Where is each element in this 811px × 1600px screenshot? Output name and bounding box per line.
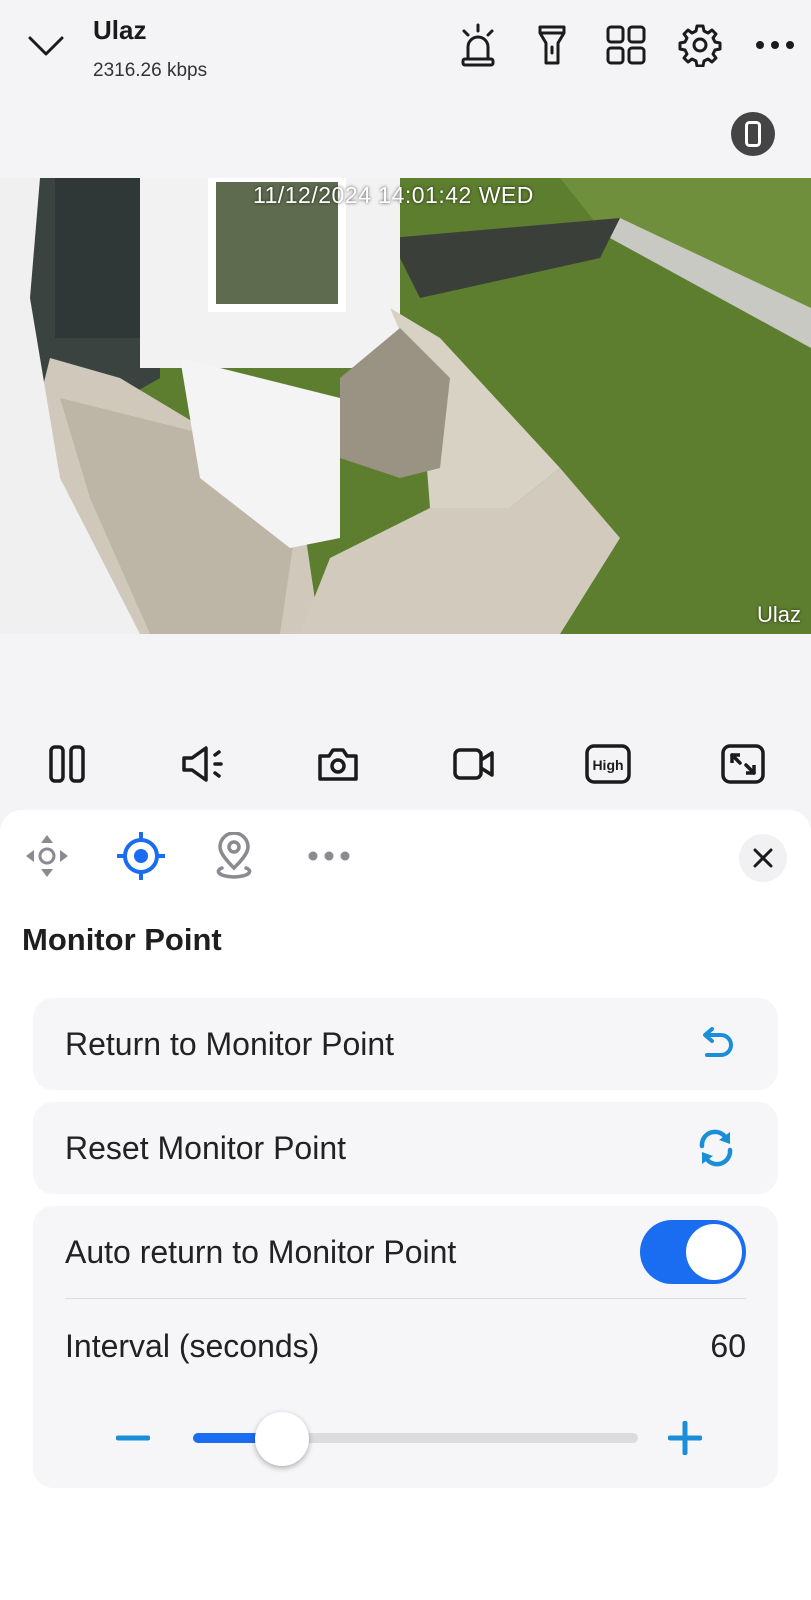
auto-return-card: Auto return to Monitor Point Interval (s… [33, 1206, 778, 1488]
flashlight-button[interactable] [529, 22, 575, 68]
refresh-icon [699, 1129, 733, 1167]
settings-button[interactable] [677, 22, 723, 68]
speaker-icon [182, 746, 223, 782]
record-button[interactable] [448, 738, 500, 790]
more-icon [756, 41, 794, 49]
tab-monitor-point[interactable] [115, 830, 167, 882]
interval-value: 60 [710, 1328, 746, 1364]
return-to-monitor-point-row[interactable]: Return to Monitor Point [33, 998, 778, 1090]
snapshot-button[interactable] [312, 738, 364, 790]
collapse-button[interactable] [22, 26, 70, 66]
quality-label: High [592, 757, 623, 773]
bitrate-text: 2316.26 kbps [93, 60, 208, 81]
flashlight-icon [538, 25, 566, 65]
gear-icon [678, 24, 722, 67]
increase-interval-button[interactable] [663, 1416, 707, 1460]
tab-location[interactable] [208, 830, 260, 882]
auto-return-label: Auto return to Monitor Point [65, 1234, 457, 1270]
quality-button[interactable]: High [582, 738, 634, 790]
divider [65, 1298, 746, 1299]
close-icon [753, 848, 773, 868]
more-options-button[interactable] [752, 22, 798, 68]
toggle-knob [686, 1224, 742, 1280]
ptz-panel: Monitor Point Return to Monitor Point Re… [0, 810, 811, 1600]
snapshot-icon [318, 748, 358, 781]
section-title: Monitor Point [22, 922, 222, 957]
return-button[interactable] [694, 1022, 738, 1066]
alarm-siren-icon [461, 23, 495, 67]
player-controls: High [0, 738, 811, 790]
alarm-button[interactable] [455, 22, 501, 68]
pause-icon [49, 745, 85, 783]
more-icon [308, 851, 350, 861]
quality-icon: High [585, 744, 631, 784]
audio-button[interactable] [178, 738, 230, 790]
auto-return-toggle[interactable] [640, 1220, 746, 1284]
grid-view-icon [606, 25, 646, 65]
phone-icon [745, 121, 761, 147]
location-pin-icon [216, 832, 252, 879]
grid-view-button[interactable] [603, 22, 649, 68]
reset-label: Reset Monitor Point [65, 1130, 347, 1166]
video-channel-label: Ulaz [756, 602, 801, 627]
reset-monitor-point-row[interactable]: Reset Monitor Point [33, 1102, 778, 1194]
monitor-point-icon [117, 832, 165, 880]
slider-track[interactable] [193, 1412, 638, 1466]
interval-slider [33, 1406, 778, 1470]
close-panel-button[interactable] [739, 834, 787, 882]
top-bar: Ulaz 2316.26 kbps [0, 0, 811, 110]
camera-title: Ulaz [93, 15, 147, 45]
plus-icon [668, 1421, 702, 1455]
tab-ptz-direction[interactable] [21, 830, 73, 882]
record-icon [453, 748, 494, 780]
minus-icon [116, 1435, 150, 1441]
fullscreen-icon [721, 744, 765, 784]
video-timestamp: 11/12/2024 14:01:42 WED [253, 182, 534, 208]
slider-thumb[interactable] [255, 1412, 309, 1466]
decrease-interval-button[interactable] [111, 1416, 155, 1460]
undo-arrow-icon [703, 1027, 733, 1057]
return-label: Return to Monitor Point [65, 1026, 395, 1062]
pause-button[interactable] [41, 738, 93, 790]
camera-scene-image [0, 178, 811, 634]
reset-button[interactable] [694, 1126, 738, 1170]
live-video[interactable]: 11/12/2024 14:01:42 WED Ulaz [0, 178, 811, 634]
ptz-direction-icon [26, 835, 68, 877]
phone-view-button[interactable] [731, 112, 775, 156]
tab-more[interactable] [303, 830, 355, 882]
fullscreen-button[interactable] [717, 738, 769, 790]
chevron-down-icon [28, 36, 64, 56]
interval-label: Interval (seconds) [65, 1328, 320, 1364]
